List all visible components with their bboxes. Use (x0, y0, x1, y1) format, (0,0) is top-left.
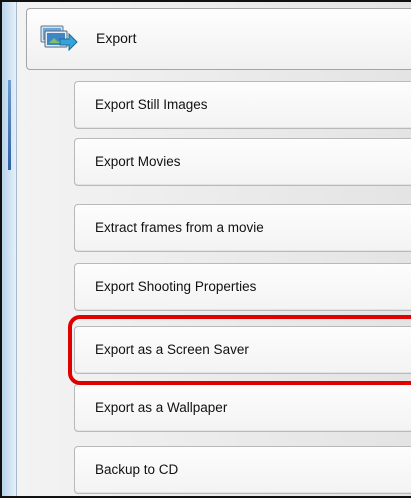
export-category-label: Export (96, 30, 137, 46)
export-wallpaper-button[interactable]: Export as a Wallpaper (74, 384, 411, 432)
export-category-button[interactable]: Export (26, 8, 411, 70)
backup-to-cd-button[interactable]: Backup to CD (74, 446, 411, 494)
left-sidebar-strip (2, 2, 16, 496)
export-screen-saver-label: Export as a Screen Saver (95, 342, 249, 357)
export-shooting-properties-label: Export Shooting Properties (95, 279, 257, 294)
export-movies-label: Export Movies (95, 154, 181, 169)
export-wallpaper-label: Export as a Wallpaper (95, 400, 228, 415)
export-movies-button[interactable]: Export Movies (74, 138, 411, 186)
export-still-images-label: Export Still Images (95, 97, 208, 112)
export-still-images-button[interactable]: Export Still Images (74, 81, 411, 129)
export-screen-saver-button[interactable]: Export as a Screen Saver (74, 326, 411, 374)
extract-frames-button[interactable]: Extract frames from a movie (74, 204, 411, 252)
extract-frames-label: Extract frames from a movie (95, 220, 264, 235)
export-shooting-properties-button[interactable]: Export Shooting Properties (74, 263, 411, 311)
export-icon (38, 23, 78, 57)
backup-to-cd-label: Backup to CD (95, 462, 179, 477)
